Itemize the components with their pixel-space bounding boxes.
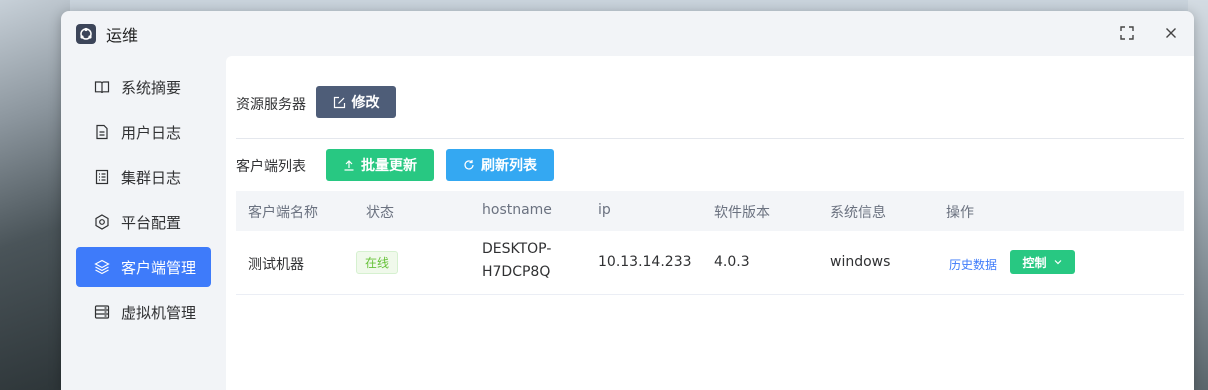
control-dropdown-button[interactable]: 控制 — [1010, 250, 1075, 274]
column-header-ip: ip — [598, 202, 611, 218]
column-header-version: 软件版本 — [714, 205, 770, 221]
batch-update-button[interactable]: 批量更新 — [326, 149, 434, 181]
window-title: 运维 — [106, 26, 139, 45]
refresh-icon — [464, 160, 474, 170]
sidebar-item-user-log[interactable]: 用户日志 — [76, 112, 211, 152]
refresh-list-label: 刷新列表 — [481, 158, 537, 174]
cell-client-name: 测试机器 — [248, 257, 304, 273]
list-document-icon — [95, 169, 109, 185]
book-icon — [94, 81, 110, 94]
table-header: 客户端名称 状态 hostname ip 软件版本 系统信息 操作 — [236, 191, 1184, 231]
sidebar-item-label: 平台配置 — [121, 214, 182, 232]
column-header-actions: 操作 — [946, 205, 974, 221]
cell-hostname-line2: H7DCP8Q — [482, 264, 551, 280]
upload-icon — [344, 160, 354, 171]
edit-icon — [333, 96, 345, 108]
sidebar-item-label: 客户端管理 — [121, 259, 197, 277]
main-content: 资源服务器 修改 客户端列表 批量更新 刷新列表 客户端名称 状态 hostna… — [226, 56, 1194, 390]
sidebar-item-label: 用户日志 — [121, 124, 182, 142]
edit-button[interactable]: 修改 — [316, 86, 396, 118]
app-window: 运维 系统摘要 用户日志 集群日志 平台配置 客户端管理 虚拟机管理 资源服务器… — [61, 11, 1194, 390]
chevron-down-icon — [1054, 260, 1061, 265]
cell-os: windows — [830, 254, 891, 270]
background-mountain-left — [0, 0, 70, 390]
app-logo-icon — [76, 24, 96, 44]
column-header-hostname: hostname — [482, 202, 552, 218]
maximize-button[interactable] — [1117, 23, 1137, 43]
batch-update-label: 批量更新 — [361, 158, 417, 174]
control-button-label: 控制 — [1022, 255, 1047, 270]
client-list-label: 客户端列表 — [236, 159, 306, 175]
refresh-list-button[interactable]: 刷新列表 — [446, 149, 554, 181]
column-header-name: 客户端名称 — [248, 205, 318, 221]
title-bar: 运维 — [61, 11, 1194, 55]
sidebar-item-client-management[interactable]: 客户端管理 — [76, 247, 211, 287]
close-icon — [1166, 28, 1176, 38]
history-data-link[interactable]: 历史数据 — [949, 256, 997, 273]
sidebar-item-cluster-log[interactable]: 集群日志 — [76, 157, 211, 197]
status-badge: 在线 — [356, 251, 398, 274]
sidebar-item-system-summary[interactable]: 系统摘要 — [76, 67, 211, 107]
server-icon — [94, 305, 110, 319]
sidebar-item-label: 集群日志 — [121, 169, 182, 187]
sidebar-item-vm-management[interactable]: 虚拟机管理 — [76, 292, 211, 332]
maximize-icon — [1120, 26, 1134, 40]
sidebar-item-label: 系统摘要 — [121, 79, 182, 97]
hexagon-settings-icon — [95, 214, 109, 230]
close-button[interactable] — [1161, 23, 1181, 43]
table-row: 测试机器 在线 DESKTOP- H7DCP8Q 10.13.14.233 4.… — [236, 231, 1184, 295]
column-header-status: 状态 — [366, 205, 394, 221]
cell-ip: 10.13.14.233 — [598, 254, 692, 270]
cell-version: 4.0.3 — [714, 254, 750, 270]
document-icon — [96, 124, 108, 140]
edit-button-label: 修改 — [351, 95, 380, 111]
sidebar-item-platform-config[interactable]: 平台配置 — [76, 202, 211, 242]
layers-icon — [94, 259, 110, 275]
column-header-os: 系统信息 — [830, 205, 886, 221]
cell-hostname-line1: DESKTOP- — [482, 241, 552, 257]
sidebar-item-label: 虚拟机管理 — [121, 304, 197, 322]
divider — [236, 138, 1184, 139]
resource-server-label: 资源服务器 — [236, 97, 306, 113]
